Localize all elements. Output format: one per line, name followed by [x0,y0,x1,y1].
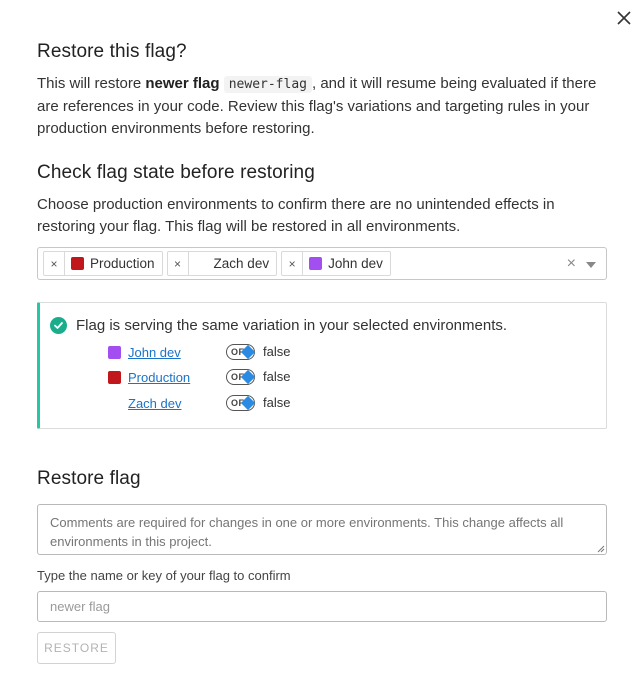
env-status-row-john-dev: John dev OFF [108,342,255,362]
flag-key: newer-flag [223,76,312,93]
check-section-title: Check flag state before restoring [37,162,315,183]
remove-chip-zach-dev-button[interactable]: × [168,252,189,275]
env-link-zach-dev[interactable]: Zach dev [128,396,226,411]
intro-text: This will restore newer flag newer-flag,… [37,73,607,140]
remove-chip-production-button[interactable]: × [44,252,65,275]
intro-before: This will restore [37,75,146,92]
chip-label: Zach dev [213,256,270,271]
status-message-row: Flag is serving the same variation in yo… [50,317,507,334]
restore-section-title: Restore flag [37,468,141,489]
variation-label: false [263,369,291,384]
env-color-swatch [108,345,121,359]
environment-multiselect[interactable]: × Production × Zach dev × John dev × [37,247,607,280]
restore-button[interactable]: RESTORE [37,632,116,664]
close-icon [617,11,631,25]
check-circle-icon [50,317,67,334]
env-status-row-production: Production OFF [108,367,255,387]
clear-selection-button[interactable]: × [567,255,576,273]
variation-label: false [263,344,291,359]
comment-textarea[interactable] [37,504,607,555]
diamond-icon [240,395,256,410]
env-color-swatch [194,257,208,270]
diamond-icon [240,369,256,384]
variation-status-panel: Flag is serving the same variation in yo… [37,302,607,429]
env-color-swatch [108,370,121,384]
env-chip-john-dev: × John dev [281,251,391,276]
chevron-down-icon[interactable] [586,262,596,268]
env-color-swatch [71,257,84,270]
confirm-label: Type the name or key of your flag to con… [37,568,291,583]
check-section-description: Choose production environments to confir… [37,196,555,235]
env-chip-zach-dev: × Zach dev [166,251,278,276]
env-color-swatch [108,396,121,410]
resize-handle-icon[interactable] [597,545,605,553]
env-color-swatch [309,257,323,270]
remove-chip-john-dev-button[interactable]: × [282,252,304,275]
variation-value: false [240,344,291,359]
env-status-row-zach-dev: Zach dev OFF [108,393,255,413]
confirm-name-input[interactable] [37,591,607,622]
variation-value: false [240,395,291,410]
diamond-icon [240,344,256,359]
variation-value: false [240,369,291,384]
env-link-production[interactable]: Production [128,370,226,385]
close-button[interactable] [612,6,636,30]
env-chip-production: × Production [43,251,163,276]
comment-field-wrapper [37,504,607,555]
variation-label: false [263,395,291,410]
chip-label: Production [90,256,155,271]
flag-name: newer flag [145,75,220,92]
chip-label: John dev [328,256,383,271]
env-link-john-dev[interactable]: John dev [128,345,226,360]
dialog-title: Restore this flag? [37,41,187,62]
status-message: Flag is serving the same variation in yo… [76,317,508,334]
